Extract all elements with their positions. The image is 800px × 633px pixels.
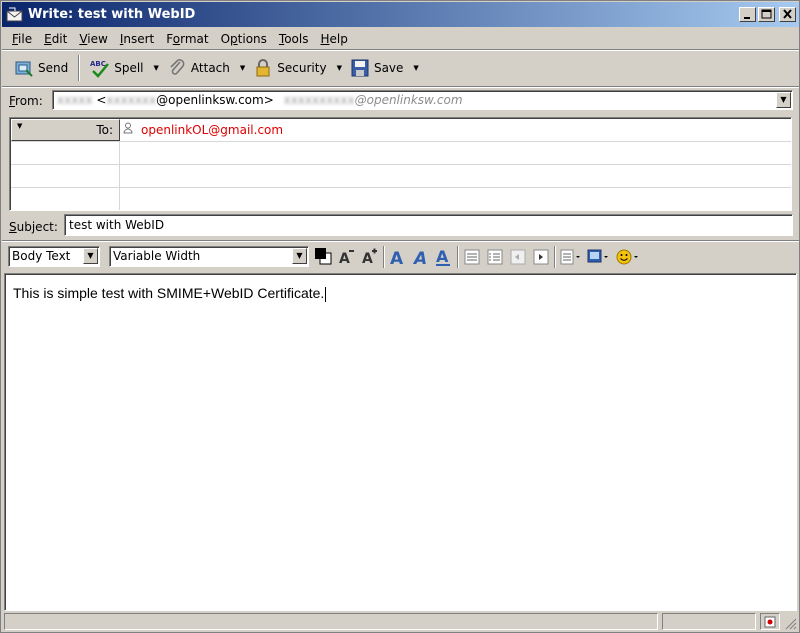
spell-button[interactable]: ABC Spell ▼: [86, 54, 163, 82]
paragraph-style-value: Body Text: [12, 249, 71, 263]
svg-text:A: A: [339, 251, 350, 267]
spell-label: Spell: [114, 61, 144, 75]
recipient-row: ▼ To: openlinkOL@gmail.com: [11, 119, 791, 142]
paragraph-style-dropdown[interactable]: ▼: [83, 248, 98, 264]
online-status-icon[interactable]: [760, 613, 780, 630]
chevron-down-icon: ▼: [17, 122, 23, 130]
message-body-text: This is simple test with SMIME+WebID Cer…: [13, 285, 325, 301]
text-color-icon[interactable]: [314, 247, 334, 267]
recipient-row-empty[interactable]: [11, 165, 791, 188]
menu-file[interactable]: File: [6, 32, 38, 46]
save-button[interactable]: Save ▼: [346, 54, 423, 82]
menu-bar: File Edit View Insert Format Options Too…: [2, 28, 799, 49]
underline-icon[interactable]: A: [434, 247, 454, 267]
security-label: Security: [277, 61, 327, 75]
recipient-row-empty[interactable]: [11, 142, 791, 165]
svg-text:A: A: [436, 247, 449, 266]
send-button[interactable]: Send: [10, 54, 72, 82]
from-label: From:: [9, 94, 43, 108]
window-title: Write: test with WebID: [28, 7, 196, 22]
font-value: Variable Width: [113, 249, 201, 263]
send-label: Send: [38, 61, 69, 75]
attach-dropdown-arrow-icon[interactable]: ▼: [240, 64, 245, 72]
subject-label: Subject:: [9, 220, 58, 234]
menu-tools[interactable]: Tools: [273, 32, 315, 46]
main-toolbar: Send ABC Spell ▼ Attach ▼ Security ▼ Sav…: [2, 51, 799, 85]
attach-label: Attach: [190, 61, 230, 75]
attach-button[interactable]: Attach ▼: [163, 54, 249, 82]
security-button[interactable]: Security ▼: [249, 54, 346, 82]
recipient-address[interactable]: openlinkOL@gmail.com: [123, 122, 283, 137]
smaller-font-icon[interactable]: A: [337, 247, 357, 267]
smiley-icon[interactable]: [615, 247, 641, 267]
svg-text:A: A: [362, 251, 373, 267]
toolbar-separator: [78, 55, 81, 81]
save-dropdown-arrow-icon[interactable]: ▼: [413, 64, 418, 72]
paragraph-style-select[interactable]: Body Text ▼: [8, 246, 100, 267]
menu-insert[interactable]: Insert: [114, 32, 160, 46]
subject-value: test with WebID: [69, 218, 165, 232]
recipient-row-empty[interactable]: [11, 188, 791, 211]
subject-input[interactable]: test with WebID: [64, 214, 793, 236]
title-bar[interactable]: Write: test with WebID: [2, 2, 799, 27]
lock-icon: [253, 58, 273, 78]
bullet-list-icon[interactable]: [462, 247, 482, 267]
compose-window: Write: test with WebID File Edit View In…: [0, 0, 800, 633]
close-button[interactable]: [779, 7, 796, 22]
header-separator: [2, 240, 799, 242]
menu-view[interactable]: View: [73, 32, 113, 46]
from-dropdown-button[interactable]: ▼: [776, 92, 791, 108]
paperclip-icon: [167, 58, 187, 78]
from-user-redacted: xxxxxxx: [106, 93, 157, 107]
from-name-redacted: xxxxx: [57, 93, 93, 107]
send-icon: [14, 58, 34, 78]
from-alt-redacted: xxxxxxxxxx: [283, 93, 355, 107]
status-bar: [2, 612, 799, 632]
floppy-disk-icon: [350, 58, 370, 78]
resize-grip-icon[interactable]: [783, 616, 797, 630]
spell-dropdown-arrow-icon[interactable]: ▼: [154, 64, 159, 72]
bold-icon[interactable]: A: [388, 247, 408, 267]
recipient-type-label: To:: [96, 123, 113, 137]
larger-font-icon[interactable]: A: [360, 247, 380, 267]
recipient-list: ▼ To: openlinkOL@gmail.com: [9, 117, 792, 211]
italic-icon[interactable]: A: [411, 247, 431, 267]
text-caret: [325, 286, 327, 302]
menu-options[interactable]: Options: [215, 32, 273, 46]
maximize-button[interactable]: [758, 7, 775, 22]
recipient-type-select[interactable]: ▼ To:: [11, 119, 120, 141]
svg-text:ABC: ABC: [90, 60, 106, 68]
from-select[interactable]: xxxxx <xxxxxxx@openlinksw.com> xxxxxxxxx…: [52, 90, 793, 110]
save-label: Save: [373, 61, 404, 75]
indent-icon[interactable]: [531, 247, 551, 267]
menu-edit[interactable]: Edit: [38, 32, 73, 46]
format-toolbar: Body Text ▼ Variable Width ▼ A A A A A: [2, 243, 799, 271]
from-alt-domain: @openlinksw.com: [354, 93, 463, 107]
minimize-button[interactable]: [739, 7, 756, 22]
align-icon[interactable]: [559, 247, 583, 267]
from-domain: @openlinksw.com>: [156, 93, 274, 107]
numbered-list-icon[interactable]: [485, 247, 505, 267]
envelope-icon: [6, 7, 24, 23]
progress-panel: [662, 613, 756, 630]
message-body-editor[interactable]: This is simple test with SMIME+WebID Cer…: [4, 273, 797, 611]
spell-check-icon: ABC: [90, 58, 110, 78]
security-dropdown-arrow-icon[interactable]: ▼: [337, 64, 342, 72]
person-icon: [123, 122, 133, 137]
menu-help[interactable]: Help: [314, 32, 353, 46]
outdent-icon[interactable]: [508, 247, 528, 267]
font-select[interactable]: Variable Width ▼: [109, 246, 309, 267]
svg-text:A: A: [390, 249, 404, 267]
svg-text:A: A: [412, 249, 427, 267]
insert-image-icon[interactable]: [587, 247, 611, 267]
toolbar-bottom-separator: [2, 86, 799, 88]
font-dropdown[interactable]: ▼: [292, 248, 307, 264]
recipient-email: openlinkOL@gmail.com: [141, 122, 284, 137]
status-text-panel: [4, 613, 658, 630]
menu-format[interactable]: Format: [160, 32, 214, 46]
